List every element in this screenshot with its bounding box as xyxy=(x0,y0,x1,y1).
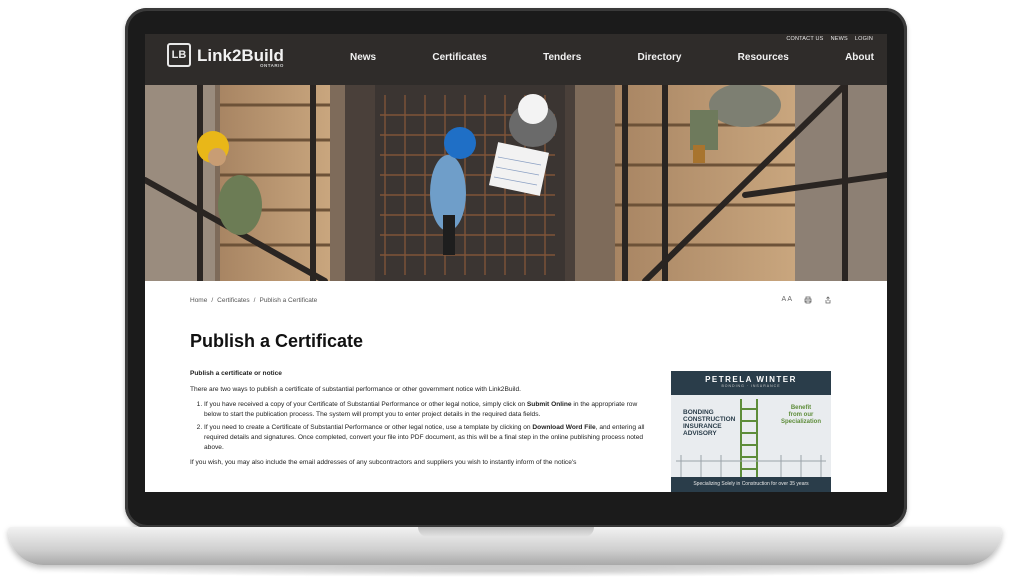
advertisement-banner[interactable]: PETRELA WINTER BONDING · INSURANCE BONDI… xyxy=(671,371,831,492)
logo-sub: ONTARIO xyxy=(259,62,284,68)
section-subhead: Publish a certificate or notice xyxy=(190,370,282,377)
nav-about[interactable]: About xyxy=(845,52,874,63)
breadcrumb: Home / Certificates / Publish a Certific… xyxy=(190,297,317,304)
ad-benefit: Benefit from our Specialization xyxy=(781,405,822,425)
list-item: If you need to create a Certificate of S… xyxy=(204,423,652,452)
nav-certificates[interactable]: Certificates xyxy=(432,52,486,63)
contact-us-link[interactable]: CONTACT US xyxy=(786,36,823,42)
utility-nav: CONTACT US NEWS LOGIN xyxy=(786,36,873,42)
instructions-list: If you have received a copy of your Cert… xyxy=(190,400,652,452)
logo-name: Link2Build xyxy=(197,45,284,65)
download-word-link[interactable]: Download Word File xyxy=(532,424,595,431)
intro-paragraph: There are two ways to publish a certific… xyxy=(190,385,521,393)
breadcrumb-current: Publish a Certificate xyxy=(259,297,318,304)
laptop-notch xyxy=(418,527,594,537)
breadcrumb-certificates[interactable]: Certificates xyxy=(217,297,250,304)
laptop-shadow xyxy=(40,565,970,577)
ad-footer: Specializing Solely in Construction for … xyxy=(671,477,831,492)
breadcrumb-separator: / xyxy=(253,297,256,304)
main-nav: News Certificates Tenders Directory Reso… xyxy=(350,52,874,63)
outro-paragraph: If you wish, you may also include the em… xyxy=(190,459,577,467)
page-tools: A A xyxy=(781,296,832,306)
ad-header: PETRELA WINTER BONDING · INSURANCE xyxy=(671,371,831,395)
ad-brand-sub: BONDING · INSURANCE xyxy=(721,384,781,388)
site-logo[interactable]: LB Link2Build ONTARIO xyxy=(167,43,284,67)
site-header: CONTACT US NEWS LOGIN LB Link2Build ONTA… xyxy=(145,34,887,85)
logo-text: Link2Build ONTARIO xyxy=(197,45,284,68)
item1-text: If you have received a copy of your Cert… xyxy=(204,401,527,409)
share-icon[interactable] xyxy=(824,296,832,306)
text-size-icon[interactable]: A A xyxy=(781,296,792,306)
list-item: If you have received a copy of your Cert… xyxy=(204,400,652,419)
breadcrumb-separator: / xyxy=(211,297,214,304)
nav-directory[interactable]: Directory xyxy=(638,52,682,63)
submit-online-link[interactable]: Submit Online xyxy=(527,401,572,408)
page-body: Publish a certificate or notice There ar… xyxy=(190,369,652,474)
item2-text: If you need to create a Certificate of S… xyxy=(204,424,533,432)
page-title: Publish a Certificate xyxy=(190,331,364,351)
logo-mark-icon: LB xyxy=(167,43,191,67)
browser-screen: CONTACT US NEWS LOGIN LB Link2Build ONTA… xyxy=(145,34,887,492)
nav-tenders[interactable]: Tenders xyxy=(543,52,581,63)
hero-construction-illustration xyxy=(145,85,887,281)
ad-body: BONDINGCONSTRUCTION INSURANCEADVISORY xyxy=(671,395,831,477)
breadcrumb-home[interactable]: Home xyxy=(190,297,207,304)
login-link[interactable]: LOGIN xyxy=(855,36,873,42)
news-util-link[interactable]: NEWS xyxy=(831,36,848,42)
ad-brand: PETRELA WINTER xyxy=(705,375,797,384)
nav-resources[interactable]: Resources xyxy=(738,52,789,63)
print-icon[interactable] xyxy=(804,296,812,306)
hero-image xyxy=(145,85,887,281)
nav-news[interactable]: News xyxy=(350,52,376,63)
